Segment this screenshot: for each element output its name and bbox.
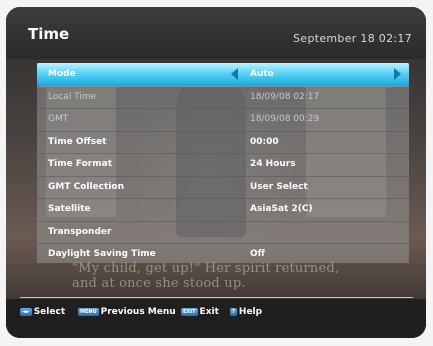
time-format-label: Time Format — [48, 159, 112, 169]
gmt-collection-label: GMT Collection — [48, 181, 124, 192]
gmt-label: GMT — [48, 114, 69, 124]
subtitle-line-1: "My child, get up!" Her spirit returned, — [72, 261, 340, 276]
help-key-icon: ? — [230, 308, 237, 316]
menu-row-gmt-collection[interactable]: GMT Collection User Select — [37, 176, 409, 199]
help-exit: EXIT Exit — [181, 307, 219, 319]
arrow-left-icon[interactable] — [231, 68, 238, 80]
daylight-saving-label: Daylight Saving Time — [48, 249, 156, 259]
satellite-value: AsiaSat 2(C) — [250, 204, 313, 214]
menu-key-icon: MENU — [78, 308, 99, 316]
menu-row-time-format[interactable]: Time Format 24 Hours — [37, 153, 409, 177]
transponder-label: Transponder — [48, 226, 112, 237]
menu-row-gmt: GMT 18/09/08 00:29 — [37, 108, 409, 132]
divider — [20, 297, 413, 298]
arrow-right-icon[interactable] — [394, 68, 401, 80]
time-format-value: 24 Hours — [250, 159, 296, 169]
help-select: ◄► Select — [20, 307, 65, 319]
menu-row-satellite[interactable]: Satellite AsiaSat 2(C) — [37, 198, 409, 222]
local-time-value: 18/09/08 02:17 — [250, 91, 320, 102]
daylight-saving-value: Off — [250, 249, 265, 259]
background-subtitle: "My child, get up!" Her spirit returned,… — [72, 261, 372, 291]
time-settings-menu: Mode Auto Local Time 18/09/08 02:17 GMT … — [37, 63, 409, 263]
help-previous-menu: MENU Previous Menu — [78, 307, 176, 319]
gmt-value: 18/09/08 00:29 — [250, 114, 320, 124]
subtitle-line-2: and at once she stood up. — [72, 276, 246, 291]
select-key-icon: ◄► — [20, 308, 32, 316]
satellite-label: Satellite — [48, 204, 91, 214]
menu-row-mode[interactable]: Mode Auto — [37, 63, 409, 87]
header-bar: Time September 18 02:17 — [6, 7, 426, 59]
mode-value: Auto — [250, 69, 274, 79]
gmt-collection-value: User Select — [250, 181, 308, 192]
menu-row-time-offset[interactable]: Time Offset 00:00 — [37, 131, 409, 154]
time-offset-value: 00:00 — [250, 136, 279, 147]
help-bar: ◄► Select MENU Previous Menu EXIT Exit ? Hel… — [6, 299, 426, 338]
help-help: ? Help — [230, 307, 262, 319]
date-time-display: September 18 02:17 — [293, 32, 412, 45]
local-time-label: Local Time — [48, 91, 97, 102]
exit-key-icon: EXIT — [181, 308, 198, 316]
time-offset-label: Time Offset — [48, 136, 107, 147]
help-select-label: Select — [33, 307, 66, 317]
help-exit-label: Exit — [199, 307, 219, 317]
help-help-label: Help — [238, 307, 263, 317]
menu-row-local-time: Local Time 18/09/08 02:17 — [37, 86, 409, 109]
page-title: Time — [28, 25, 70, 43]
menu-row-transponder[interactable]: Transponder — [37, 221, 409, 244]
help-previous-menu-label: Previous Menu — [100, 307, 176, 317]
mode-label: Mode — [48, 69, 76, 79]
tv-screen: Time September 18 02:17 Mode Auto Local … — [6, 7, 426, 338]
